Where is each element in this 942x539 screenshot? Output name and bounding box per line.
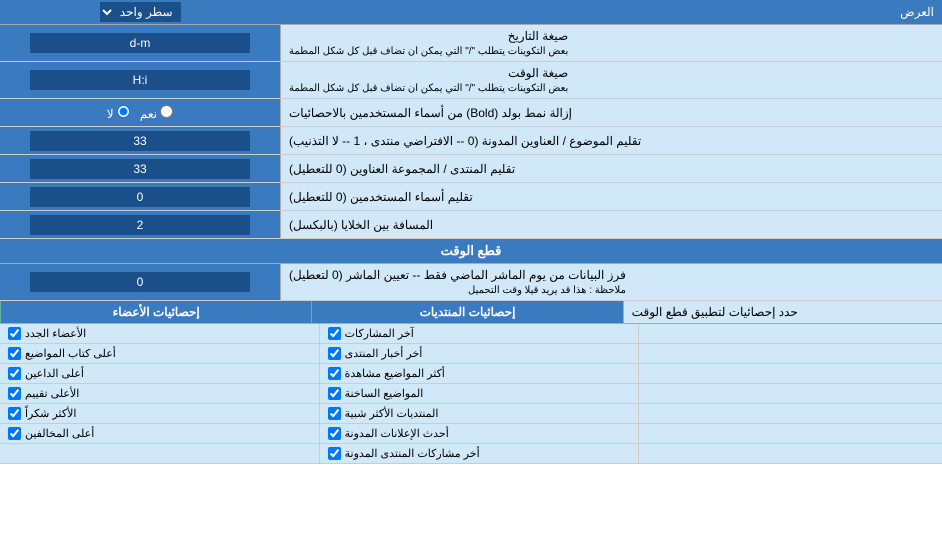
checkbox-row-2: أخر أخبار المنتدى أعلى كتاب المواضيع (0, 344, 942, 364)
cb-forum-3[interactable] (328, 367, 341, 380)
cb-member-1[interactable] (8, 327, 21, 340)
date-format-input[interactable] (30, 33, 250, 53)
forum-checkbox-4[interactable]: المواضيع الساخنة (319, 384, 639, 403)
trim-topic-label: تقليم الموضوع / العناوين المدونة (0 -- ا… (280, 127, 942, 154)
cb-forum-1[interactable] (328, 327, 341, 340)
cell-spacing-input-cell (0, 211, 280, 238)
trim-forum-label: تقليم المنتدى / المجموعة العناوين (0 للت… (280, 155, 942, 182)
checkbox-row-5: المنتديات الأكثر شبية الأكثر شكراً (0, 404, 942, 424)
checkboxes-section-label: حدد إحصائيات لتطبيق قطع الوقت (623, 301, 942, 323)
date-format-row: صيغة التاريخبعض التكوينات يتطلب "/" التي… (0, 25, 942, 62)
time-format-label: صيغة الوقتبعض التكوينات يتطلب "/" التي ي… (280, 62, 942, 98)
forum-checkbox-1[interactable]: آخر المشاركات (319, 324, 639, 343)
bold-label: إزالة نمط بولد (Bold) من أسماء المستخدمي… (280, 99, 942, 126)
cutoff-label: فرز البيانات من يوم الماشر الماضي فقط --… (280, 264, 942, 300)
cb-forum-6[interactable] (328, 427, 341, 440)
member-checkbox-6[interactable]: أعلى المخالفين (0, 424, 319, 443)
date-format-input-cell (0, 25, 280, 61)
cb-forum-2[interactable] (328, 347, 341, 360)
empty-col-3 (638, 364, 942, 383)
cell-spacing-input[interactable] (30, 215, 250, 235)
trim-users-input[interactable] (30, 187, 250, 207)
cb-member-2[interactable] (8, 347, 21, 360)
radio-no[interactable] (117, 105, 130, 118)
cutoff-row: فرز البيانات من يوم الماشر الماضي فقط --… (0, 264, 942, 301)
time-format-input[interactable] (30, 70, 250, 90)
member-checkbox-2[interactable]: أعلى كتاب المواضيع (0, 344, 319, 363)
trim-users-label: تقليم أسماء المستخدمين (0 للتعطيل) (280, 183, 942, 210)
bold-row: إزالة نمط بولد (Bold) من أسماء المستخدمي… (0, 99, 942, 127)
empty-col-1 (638, 324, 942, 343)
radio-yes[interactable] (160, 105, 173, 118)
cutoff-input-cell (0, 264, 280, 300)
cb-member-4[interactable] (8, 387, 21, 400)
cb-member-5[interactable] (8, 407, 21, 420)
empty-col-6 (638, 424, 942, 443)
top-header-row: العرض سطر واحد (0, 0, 942, 25)
trim-forum-input-cell (0, 155, 280, 182)
checkbox-row-3: أكثر المواضيع مشاهدة أعلى الداعين (0, 364, 942, 384)
forum-checkbox-3[interactable]: أكثر المواضيع مشاهدة (319, 364, 639, 383)
forum-checkbox-7[interactable]: أخر مشاركات المنتدى المدونة (319, 444, 639, 463)
top-label: العرض (280, 2, 942, 22)
forum-stats-header: إحصائيات المنتديات (311, 301, 622, 323)
checkbox-row-1: آخر المشاركات الأعضاء الجدد (0, 324, 942, 344)
trim-forum-input[interactable] (30, 159, 250, 179)
empty-col-5 (638, 404, 942, 423)
empty-col-4 (638, 384, 942, 403)
member-stats-header: إحصائيات الأعضاء (0, 301, 311, 323)
date-format-label: صيغة التاريخبعض التكوينات يتطلب "/" التي… (280, 25, 942, 61)
cutoff-section-header: قطع الوقت (0, 239, 942, 264)
member-checkbox-empty (0, 444, 319, 463)
radio-yes-label[interactable]: نعم (140, 105, 173, 121)
empty-col-2 (638, 344, 942, 363)
checkbox-row-6: أحدث الإعلانات المدونة أعلى المخالفين (0, 424, 942, 444)
member-checkbox-5[interactable]: الأكثر شكراً (0, 404, 319, 423)
forum-checkbox-6[interactable]: أحدث الإعلانات المدونة (319, 424, 639, 443)
checkbox-row-4: المواضيع الساخنة الأعلى تقييم (0, 384, 942, 404)
bold-radio-cell: نعم لا (0, 99, 280, 126)
radio-no-label[interactable]: لا (107, 105, 130, 121)
checkboxes-header-row: حدد إحصائيات لتطبيق قطع الوقت إحصائيات ا… (0, 301, 942, 324)
time-format-input-cell (0, 62, 280, 98)
cb-forum-4[interactable] (328, 387, 341, 400)
top-select-cell[interactable]: سطر واحد (0, 0, 280, 24)
member-checkbox-4[interactable]: الأعلى تقييم (0, 384, 319, 403)
empty-col-7 (638, 444, 942, 463)
member-checkbox-1[interactable]: الأعضاء الجدد (0, 324, 319, 343)
member-checkbox-3[interactable]: أعلى الداعين (0, 364, 319, 383)
cb-forum-7[interactable] (328, 447, 341, 460)
trim-topic-input-cell (0, 127, 280, 154)
cutoff-input[interactable] (30, 272, 250, 292)
checkbox-row-7: أخر مشاركات المنتدى المدونة (0, 444, 942, 464)
trim-topic-row: تقليم الموضوع / العناوين المدونة (0 -- ا… (0, 127, 942, 155)
time-format-row: صيغة الوقتبعض التكوينات يتطلب "/" التي ي… (0, 62, 942, 99)
cb-member-3[interactable] (8, 367, 21, 380)
cb-member-6[interactable] (8, 427, 21, 440)
trim-forum-row: تقليم المنتدى / المجموعة العناوين (0 للت… (0, 155, 942, 183)
trim-users-input-cell (0, 183, 280, 210)
cb-forum-5[interactable] (328, 407, 341, 420)
forum-checkbox-2[interactable]: أخر أخبار المنتدى (319, 344, 639, 363)
display-select[interactable]: سطر واحد (100, 2, 181, 22)
cell-spacing-row: المسافة بين الخلايا (بالبكسل) (0, 211, 942, 239)
trim-users-row: تقليم أسماء المستخدمين (0 للتعطيل) (0, 183, 942, 211)
forum-checkbox-5[interactable]: المنتديات الأكثر شبية (319, 404, 639, 423)
cell-spacing-label: المسافة بين الخلايا (بالبكسل) (280, 211, 942, 238)
trim-topic-input[interactable] (30, 131, 250, 151)
